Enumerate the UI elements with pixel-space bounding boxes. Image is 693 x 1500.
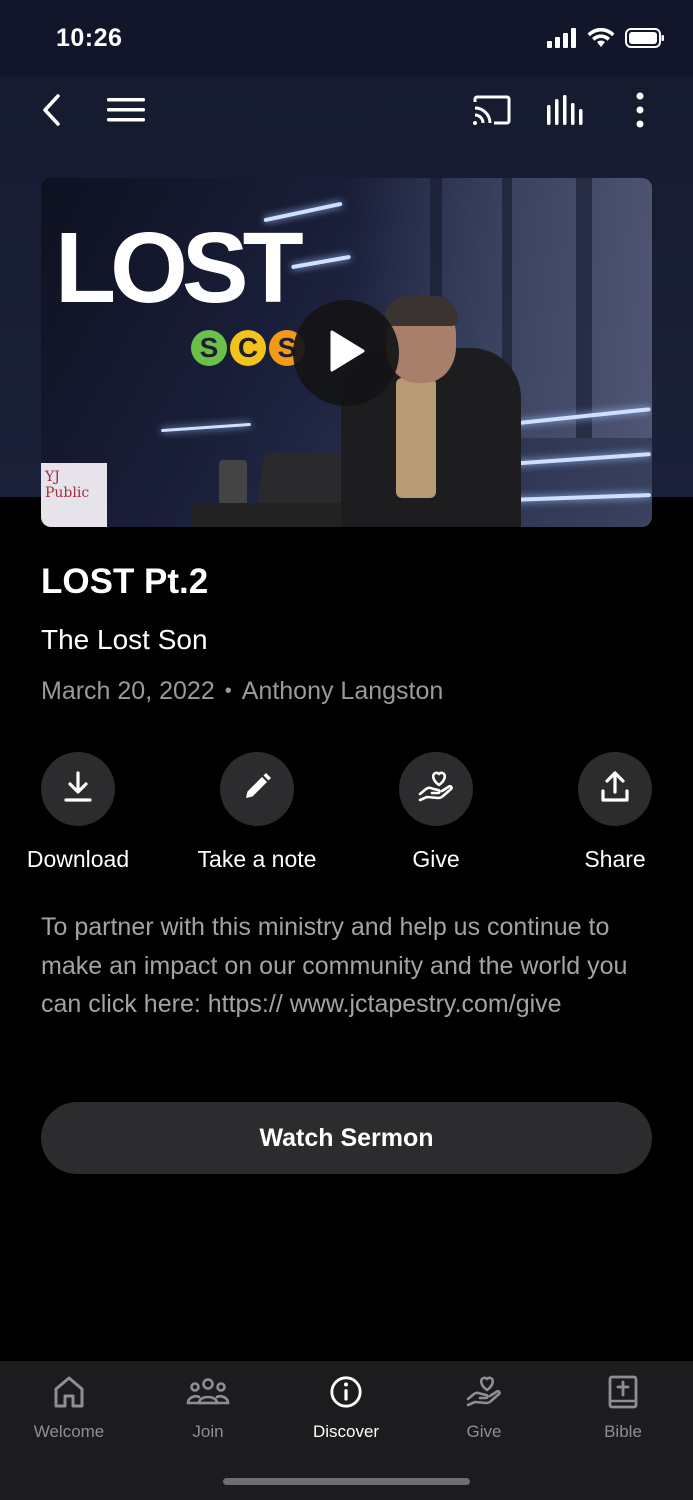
tab-label: Give	[466, 1422, 502, 1441]
tab-label: Welcome	[33, 1422, 105, 1441]
laptop	[257, 453, 355, 503]
back-button[interactable]	[30, 90, 74, 134]
people-icon	[186, 1375, 230, 1414]
play-icon	[326, 329, 366, 378]
give-heart-hand-icon	[418, 770, 454, 809]
bottom-tab-bar: Welcome Join Discover Give Bible	[0, 1361, 693, 1500]
tree-trunk	[576, 178, 592, 438]
meta-separator: •	[224, 680, 232, 702]
download-icon	[63, 770, 93, 808]
badge-letter: S	[191, 330, 227, 366]
bible-icon	[608, 1375, 638, 1414]
cup	[219, 460, 247, 508]
back-icon	[40, 92, 64, 133]
sermon-meta: March 20, 2022 • Anthony Langston	[41, 677, 443, 706]
signal-icon	[547, 28, 577, 53]
tab-give[interactable]: Give	[424, 1375, 544, 1442]
download-label: Download	[26, 846, 130, 872]
give-heart-hand-icon	[466, 1375, 502, 1414]
cast-icon	[472, 94, 512, 131]
info-icon	[328, 1375, 364, 1414]
home-icon	[52, 1375, 86, 1414]
sermon-date: March 20, 2022	[41, 677, 215, 705]
series-badge: S C S	[191, 330, 305, 366]
share-icon	[600, 770, 630, 808]
menu-icon	[107, 96, 145, 129]
audio-bars-icon	[546, 94, 586, 130]
sermon-description: To partner with this ministry and help u…	[41, 913, 628, 1018]
share-label: Share	[584, 846, 646, 872]
top-nav-bar	[0, 76, 693, 146]
more-icon	[635, 92, 645, 133]
badge-letter: C	[230, 330, 266, 366]
take-note-label: Take a note	[197, 846, 317, 872]
home-indicator[interactable]	[223, 1478, 470, 1485]
sermon-subtitle: The Lost Son	[41, 624, 208, 655]
tab-discover[interactable]: Discover	[286, 1375, 406, 1442]
give-circle[interactable]	[399, 752, 473, 826]
tab-join[interactable]: Join	[148, 1375, 268, 1442]
take-note-button[interactable]: Take a note	[182, 752, 332, 873]
download-circle[interactable]	[41, 752, 115, 826]
tab-label: Discover	[312, 1422, 380, 1441]
stage-light	[161, 422, 251, 433]
menu-button[interactable]	[104, 90, 148, 134]
give-label: Give	[412, 846, 460, 872]
more-button[interactable]	[618, 90, 662, 134]
sermon-title: LOST Pt.2	[41, 562, 209, 601]
cast-button[interactable]	[470, 90, 514, 134]
sermon-speaker: Anthony Langston	[241, 677, 444, 705]
preacher-hair	[384, 296, 458, 326]
tab-bible[interactable]: Bible	[563, 1375, 683, 1442]
battery-icon	[625, 28, 665, 53]
watch-sermon-button[interactable]: Watch Sermon	[41, 1102, 652, 1174]
thumbnail-title: LOST	[55, 212, 304, 324]
stage-light	[291, 254, 351, 270]
audio-button[interactable]	[544, 90, 588, 134]
share-button[interactable]: Share	[540, 752, 690, 873]
share-circle[interactable]	[578, 752, 652, 826]
pencil-icon	[242, 772, 272, 807]
tab-label: Bible	[604, 1422, 642, 1441]
status-bar: 10:26	[0, 0, 693, 76]
give-button[interactable]: Give	[361, 752, 511, 873]
whiteboard: YJ Public	[41, 463, 107, 527]
status-time: 10:26	[56, 24, 123, 52]
wifi-icon	[587, 27, 615, 53]
sermon-thumbnail[interactable]: LOST S C S YJ Public	[41, 178, 652, 527]
status-icons	[547, 27, 665, 53]
preacher-shirt	[396, 378, 436, 498]
download-button[interactable]: Download	[3, 752, 153, 873]
tab-welcome[interactable]: Welcome	[9, 1375, 129, 1442]
tab-label: Join	[192, 1422, 224, 1441]
play-button[interactable]	[293, 300, 399, 406]
action-row: Download Take a note Give Share	[27, 752, 652, 873]
take-note-circle[interactable]	[220, 752, 294, 826]
